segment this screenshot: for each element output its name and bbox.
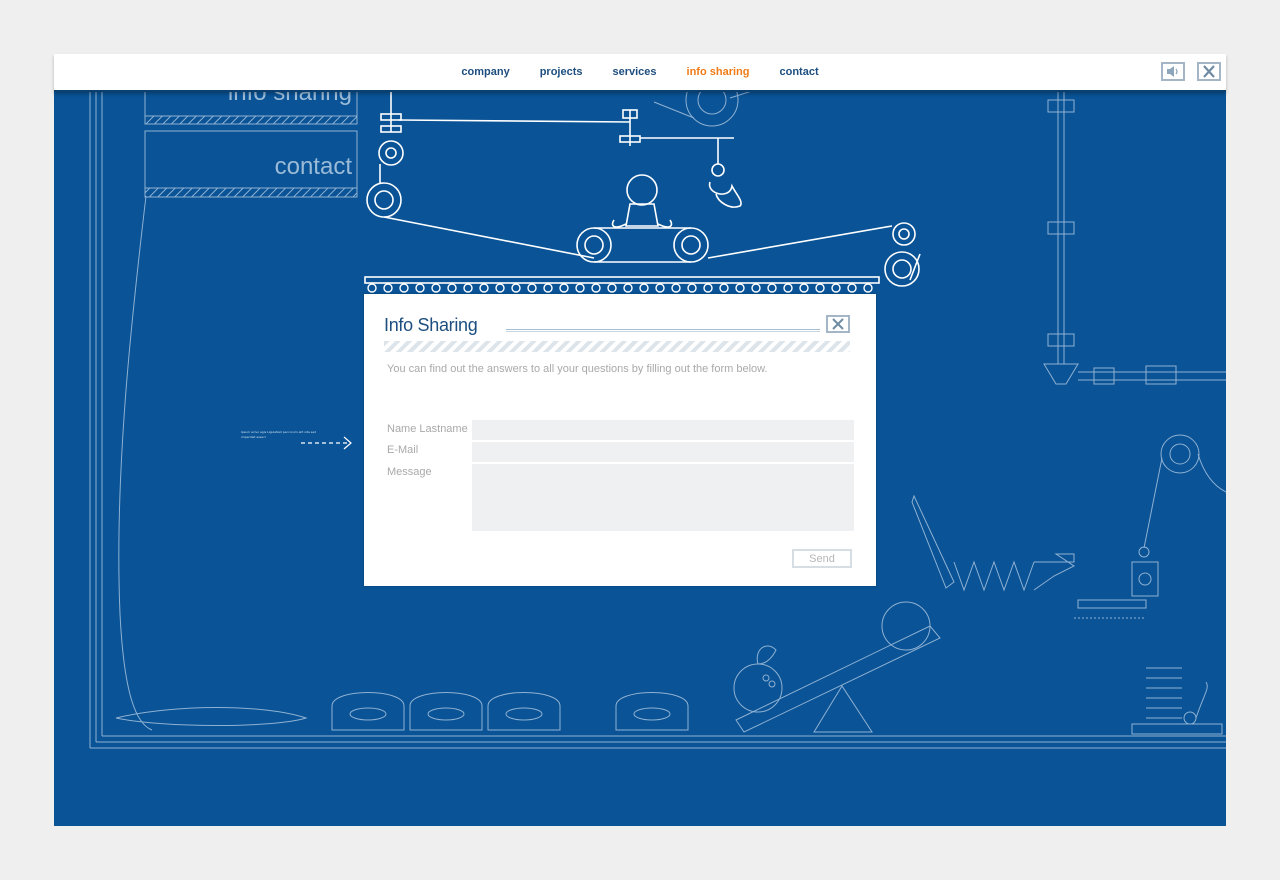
name-lastname-field[interactable]	[472, 420, 854, 440]
sound-toggle-button[interactable]	[1161, 62, 1185, 81]
nav-projects[interactable]: projects	[525, 54, 598, 90]
speaker-icon	[1167, 66, 1178, 77]
close-icon	[1203, 65, 1215, 78]
close-icon	[832, 318, 844, 330]
hint-text: Ipsum ecivo agis Ligulafest peccorum eli…	[241, 430, 317, 439]
send-button[interactable]: Send	[792, 549, 852, 568]
nav-info-sharing[interactable]: info sharing	[672, 54, 765, 90]
message-field[interactable]	[472, 464, 854, 531]
hatch-divider	[384, 341, 850, 352]
nav-services[interactable]: services	[597, 54, 671, 90]
email-label: E-Mail	[387, 444, 419, 456]
dialog-title: Info Sharing	[384, 315, 478, 335]
info-sharing-dialog: Info Sharing You can find out the answer…	[364, 294, 876, 586]
main-nav: company projects services info sharing c…	[54, 54, 1226, 90]
top-bar: company projects services info sharing c…	[54, 54, 1226, 92]
dialog-close-button[interactable]	[826, 315, 850, 333]
bg-menu-contact: contact	[275, 153, 353, 180]
title-divider	[506, 329, 820, 332]
email-field[interactable]	[472, 442, 854, 462]
name-label: Name Lastname	[387, 423, 468, 435]
close-window-button[interactable]	[1197, 62, 1221, 81]
nav-company[interactable]: company	[446, 54, 524, 90]
message-label: Message	[387, 466, 432, 478]
dialog-intro-text: You can find out the answers to all your…	[387, 363, 768, 375]
nav-contact[interactable]: contact	[764, 54, 833, 90]
